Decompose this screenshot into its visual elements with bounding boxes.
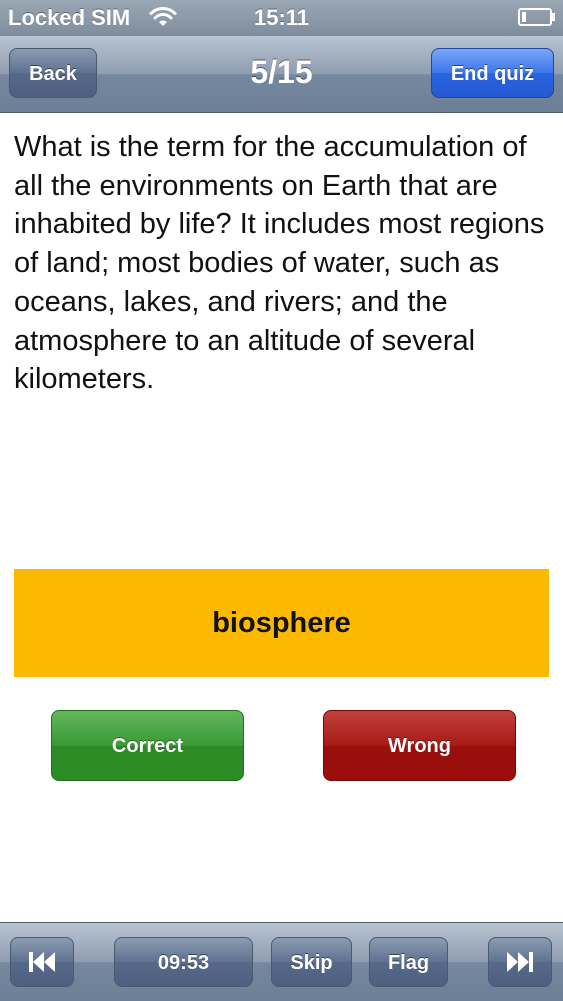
status-bar: Locked SIM 15:11 xyxy=(0,0,563,36)
status-time: 15:11 xyxy=(253,5,310,30)
skip-back-icon xyxy=(29,952,55,972)
answer-text: biosphere xyxy=(212,607,351,639)
skip-button[interactable]: Skip xyxy=(271,937,352,987)
battery-icon xyxy=(518,8,555,26)
skip-forward-icon xyxy=(507,952,533,972)
wrong-button[interactable]: Wrong xyxy=(323,710,516,781)
timer-button[interactable]: 09:53 xyxy=(114,937,253,987)
nav-bar: Back 5/15 End quiz xyxy=(0,36,563,113)
bottom-toolbar: 09:53 Skip Flag xyxy=(0,922,563,1001)
end-quiz-button[interactable]: End quiz xyxy=(431,48,554,98)
flag-button[interactable]: Flag xyxy=(369,937,448,987)
question-text: What is the term for the accumulation of… xyxy=(14,131,545,396)
answer-card[interactable]: biosphere xyxy=(14,569,549,677)
correct-button[interactable]: Correct xyxy=(51,710,244,781)
previous-button[interactable] xyxy=(10,937,74,987)
next-button[interactable] xyxy=(488,937,552,987)
